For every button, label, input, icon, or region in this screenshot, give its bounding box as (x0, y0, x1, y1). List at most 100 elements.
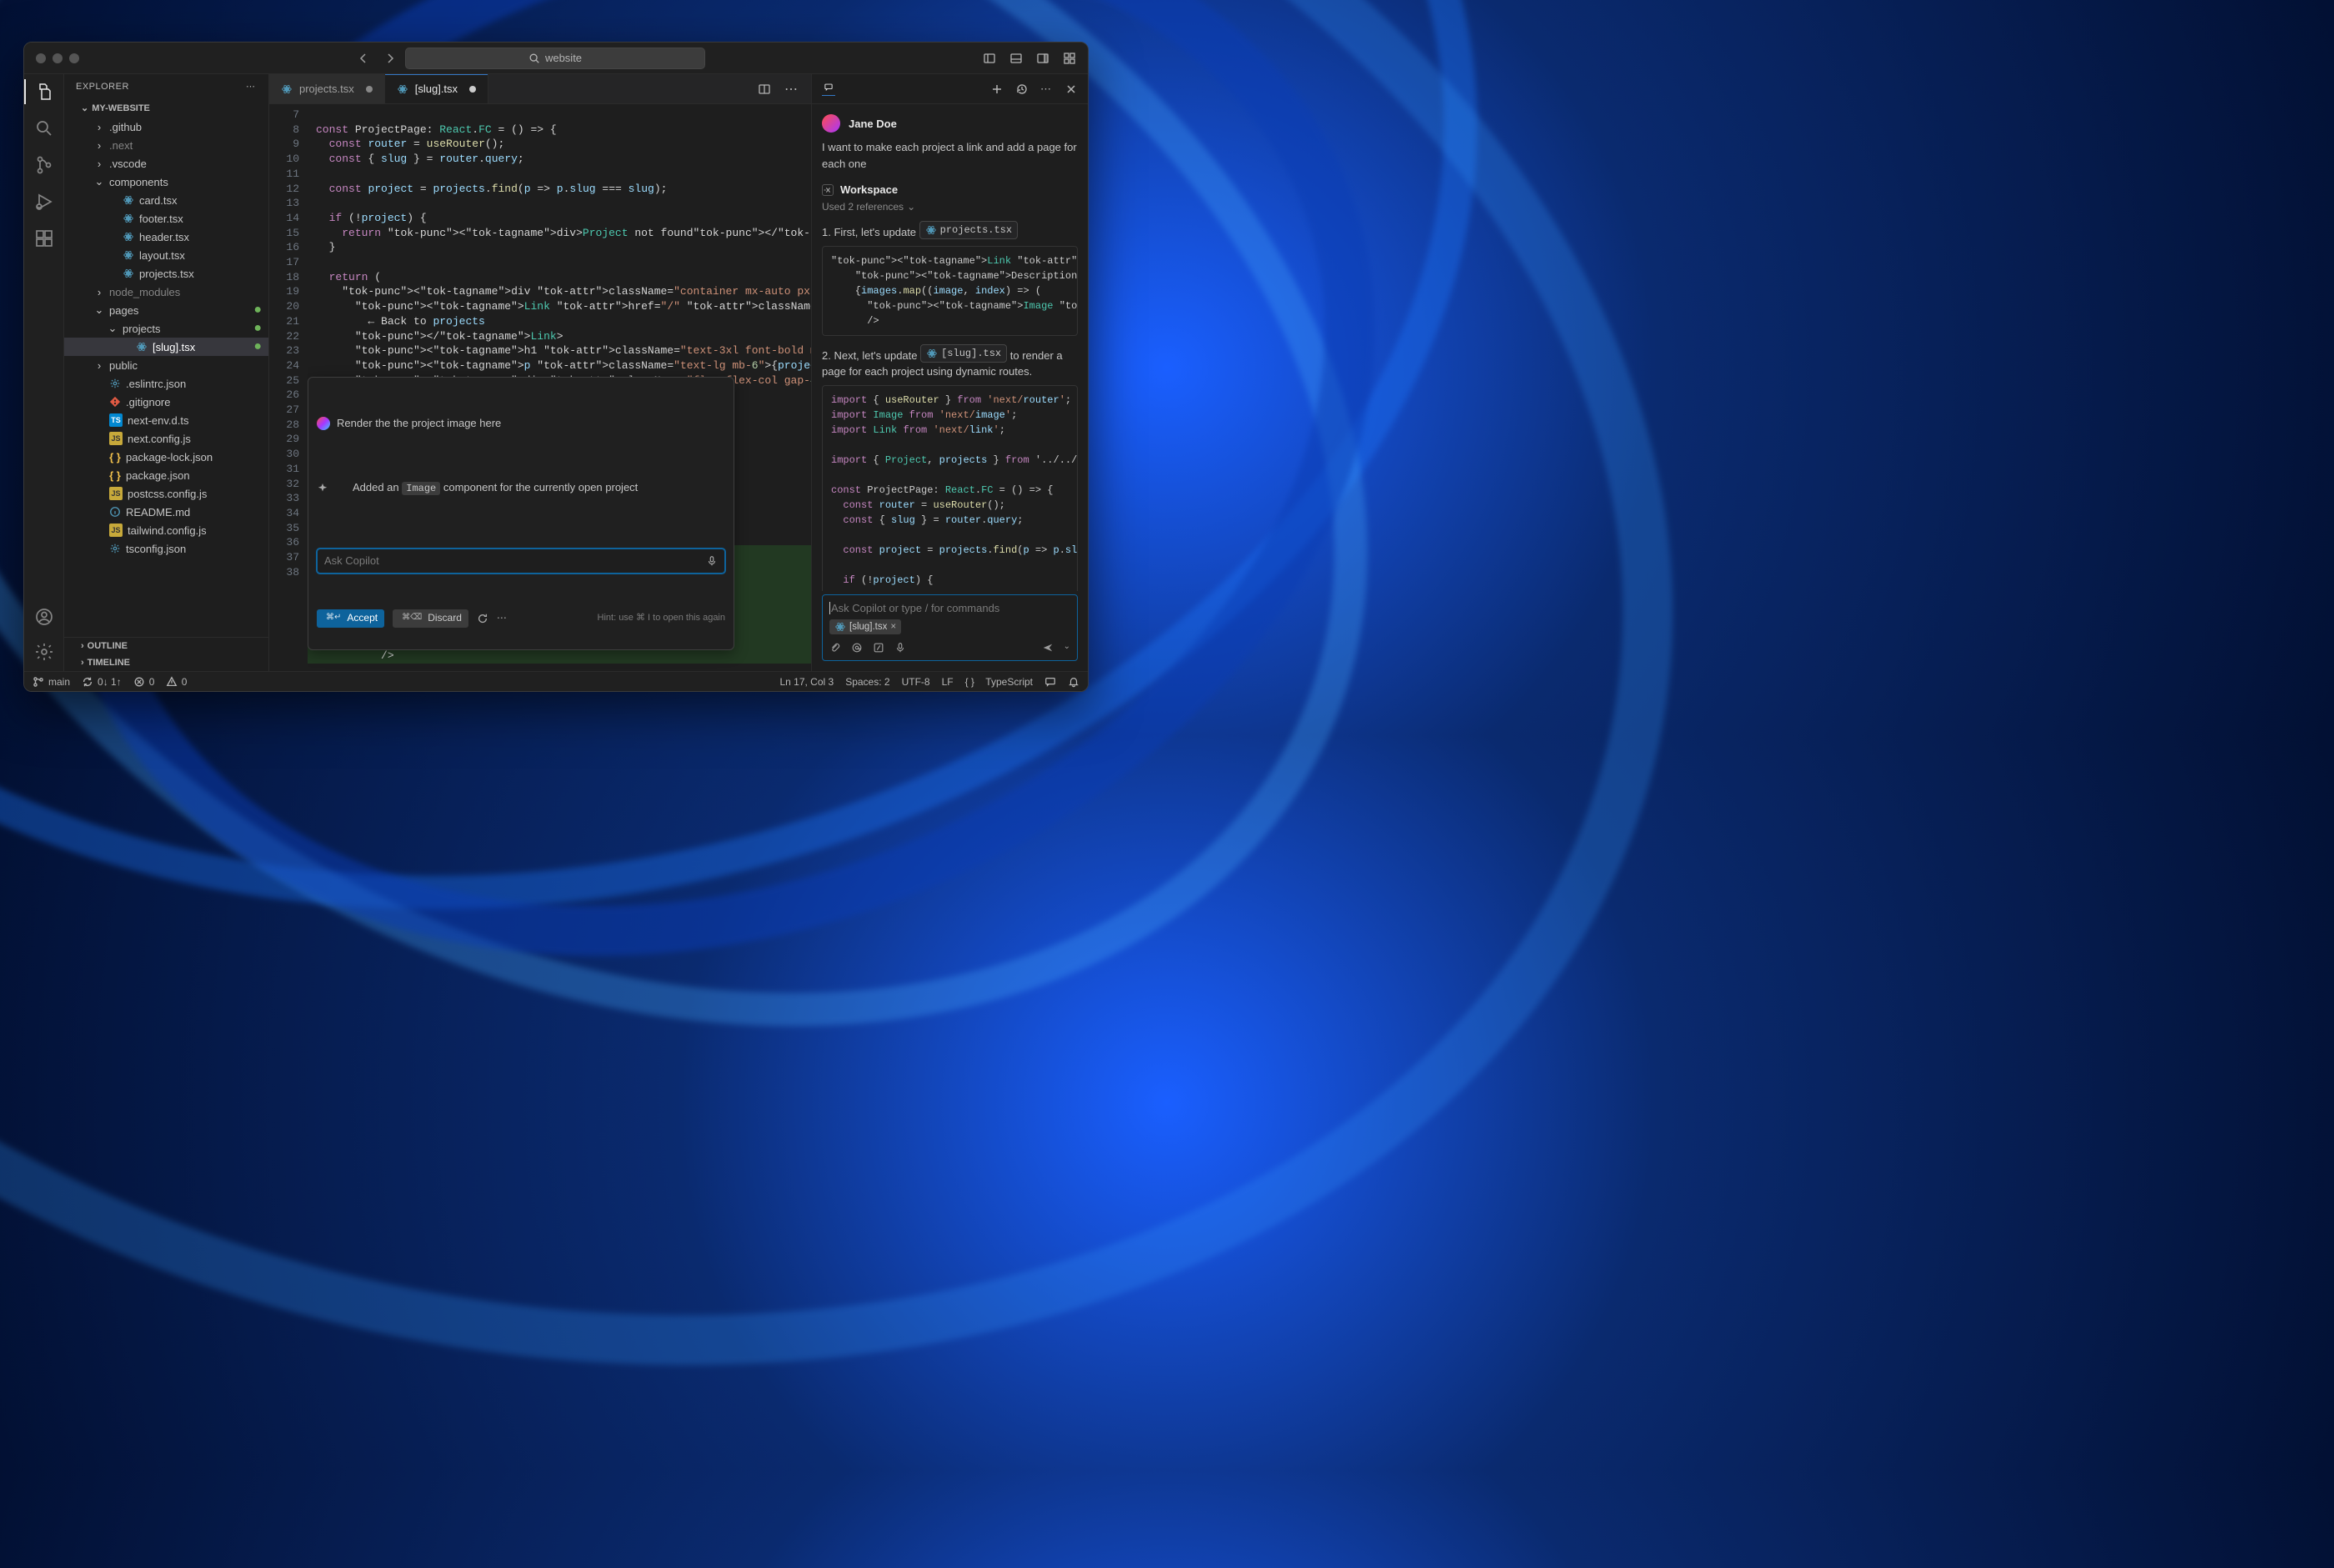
workspace-root[interactable]: ⌄ MY-WEBSITE (64, 98, 268, 118)
js-icon: JS (109, 432, 123, 445)
folder-row[interactable]: ›public (64, 356, 268, 374)
folder-row[interactable]: ›.vscode (64, 154, 268, 173)
chat-tab-icon[interactable] (822, 83, 835, 96)
outline-section[interactable]: › OUTLINE (64, 638, 268, 654)
new-chat-icon[interactable] (990, 83, 1004, 96)
editor-tab[interactable]: projects.tsx (269, 74, 385, 103)
folder-row[interactable]: ⌄pages● (64, 301, 268, 319)
file-row[interactable]: JSnext.config.js (64, 429, 268, 448)
editor-more-icon[interactable]: ⋯ (784, 81, 799, 98)
activity-scm-icon[interactable] (33, 154, 55, 176)
chat-input[interactable]: Ask Copilot or type / for commands [slug… (822, 594, 1078, 661)
context-chip[interactable]: [slug].tsx × (829, 619, 901, 634)
react-icon (123, 268, 134, 279)
file-row[interactable]: .eslintrc.json (64, 374, 268, 393)
folder-row[interactable]: ›node_modules (64, 283, 268, 301)
language-mode[interactable]: { } TypeScript (965, 676, 1033, 688)
command-center[interactable]: website (405, 48, 705, 69)
cursor-position[interactable]: Ln 17, Col 3 (779, 676, 834, 688)
sync-icon (82, 676, 93, 688)
file-row[interactable]: [slug].tsx● (64, 338, 268, 356)
problems-indicator[interactable]: 0 0 (133, 676, 188, 688)
mention-icon[interactable] (851, 642, 863, 654)
zoom-window-icon[interactable] (69, 53, 79, 63)
activity-settings-icon[interactable] (33, 641, 55, 663)
nav-forward-icon[interactable] (383, 52, 397, 65)
chat-references[interactable]: Used 2 references ⌄ (822, 201, 1078, 213)
file-name: header.tsx (139, 231, 189, 243)
file-row[interactable]: JSpostcss.config.js (64, 484, 268, 503)
nav-back-icon[interactable] (357, 52, 370, 65)
history-icon[interactable] (1015, 83, 1029, 96)
notifications-icon[interactable] (1068, 676, 1079, 688)
code-content[interactable]: const ProjectPage: React.FC = () => { co… (308, 104, 811, 671)
file-row[interactable]: header.tsx (64, 228, 268, 246)
branch-indicator[interactable]: main (33, 676, 70, 688)
regenerate-icon[interactable] (477, 613, 488, 624)
customize-layout-icon[interactable] (1063, 52, 1076, 65)
send-icon[interactable] (1042, 642, 1054, 654)
folder-row[interactable]: ⌄projects● (64, 319, 268, 338)
inline-chat-input[interactable]: Ask Copilot (317, 549, 725, 574)
feedback-icon[interactable] (1044, 676, 1056, 688)
inline-chat-more-icon[interactable]: ⋯ (497, 611, 508, 626)
file-row[interactable]: card.tsx (64, 191, 268, 209)
chat-code-block[interactable]: import { useRouter } from 'next/router';… (822, 385, 1078, 592)
folder-row[interactable]: ›.next (64, 136, 268, 154)
split-editor-icon[interactable] (758, 83, 771, 96)
layout-sidebar-right-icon[interactable] (1036, 52, 1049, 65)
close-window-icon[interactable] (36, 53, 46, 63)
activity-debug-icon[interactable] (33, 191, 55, 213)
chevron-right-icon: › (81, 641, 84, 651)
folder-name: pages (109, 304, 138, 317)
chat-code-block[interactable]: "tok-punc"><"tok-tagname">Link "tok-attr… (822, 246, 1078, 336)
file-row[interactable]: TSnext-env.d.ts (64, 411, 268, 429)
file-row[interactable]: tsconfig.json (64, 539, 268, 558)
file-row[interactable]: README.md (64, 503, 268, 521)
layout-panel-icon[interactable] (1009, 52, 1023, 65)
activity-account-icon[interactable] (33, 606, 55, 628)
microphone-icon[interactable] (894, 642, 906, 654)
send-dropdown-icon[interactable]: ⌄ (1064, 642, 1070, 654)
folder-row[interactable]: ›.github (64, 118, 268, 136)
file-row[interactable]: .gitignore (64, 393, 268, 411)
minimize-window-icon[interactable] (53, 53, 63, 63)
microphone-icon[interactable] (706, 555, 718, 567)
config-icon (109, 378, 121, 389)
accept-button[interactable]: ⌘↵ Accept (317, 609, 384, 628)
editor-tab[interactable]: [slug].tsx (385, 74, 488, 103)
js-icon: JS (109, 487, 123, 500)
encoding[interactable]: UTF-8 (902, 676, 930, 688)
text-editor[interactable]: 7 8 9 10 11 12 13 14 15 16 17 18 19 20 2… (269, 104, 811, 671)
file-row[interactable]: footer.tsx (64, 209, 268, 228)
file-row[interactable]: projects.tsx (64, 264, 268, 283)
activity-extensions-icon[interactable] (33, 228, 55, 249)
timeline-section[interactable]: › TIMELINE (64, 654, 268, 671)
activity-search-icon[interactable] (33, 118, 55, 139)
command-center-label: website (545, 52, 582, 64)
eol[interactable]: LF (942, 676, 954, 688)
chevron-down-icon: ⌄ (94, 303, 104, 317)
activity-explorer-icon[interactable] (33, 81, 55, 103)
folder-row[interactable]: ⌄components (64, 173, 268, 191)
file-row[interactable]: JStailwind.config.js (64, 521, 268, 539)
react-icon (834, 621, 846, 633)
file-chip[interactable]: [slug].tsx (920, 344, 1007, 363)
remove-chip-icon[interactable]: × (890, 622, 896, 632)
file-row[interactable]: { }package-lock.json (64, 448, 268, 466)
discard-button[interactable]: ⌘⌫ Discard (393, 609, 468, 628)
sidebar-more-icon[interactable]: ⋯ (246, 81, 257, 92)
file-chip[interactable]: projects.tsx (919, 221, 1018, 239)
indentation[interactable]: Spaces: 2 (845, 676, 889, 688)
file-row[interactable]: { }package.json (64, 466, 268, 484)
slash-command-icon[interactable] (873, 642, 884, 654)
sync-indicator[interactable]: 0↓ 1↑ (82, 676, 122, 688)
react-icon (281, 83, 293, 95)
layout-sidebar-left-icon[interactable] (983, 52, 996, 65)
chat-more-icon[interactable]: ⋯ (1040, 83, 1053, 96)
modified-dot-icon (366, 86, 373, 93)
window-controls[interactable] (36, 53, 79, 63)
attach-icon[interactable] (829, 642, 841, 654)
file-row[interactable]: layout.tsx (64, 246, 268, 264)
close-chat-icon[interactable] (1064, 83, 1078, 96)
